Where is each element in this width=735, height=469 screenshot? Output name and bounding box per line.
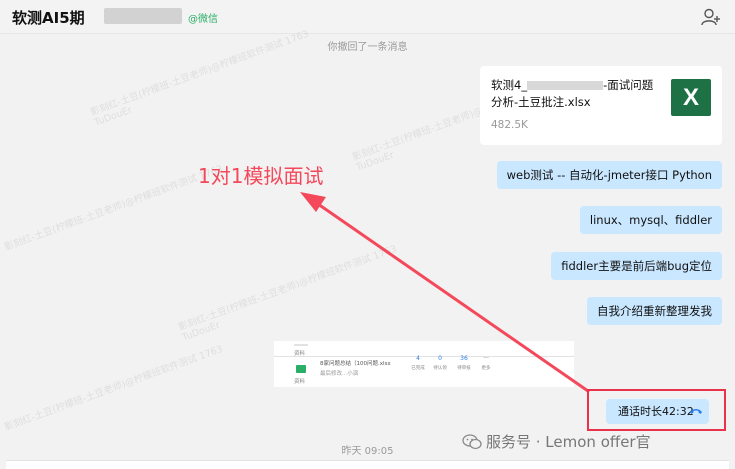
phone-hangup-icon	[690, 409, 702, 414]
redacted-name	[104, 8, 182, 24]
chat-header: 软测AI5期 @微信	[0, 0, 735, 34]
redacted-text	[527, 81, 604, 90]
file-name: 软测4_ -面试问题分析-土豆批注.xlsx	[491, 78, 654, 109]
preview-stat: 4	[416, 355, 420, 362]
preview-file-title: 8家问题总结（100问题.xlsx	[320, 361, 391, 367]
watermark: 影刻红-土豆(柠檬班-土豆老师)@柠檬班软件测试 1763 TuDouEr	[177, 243, 399, 344]
message-input-area[interactable]	[6, 460, 729, 469]
watermark: 影刻红-土豆(柠檬班-土豆老师)@柠檬班软件测试 1763	[3, 343, 225, 434]
preview-stat-label: 待认领	[433, 366, 447, 371]
call-highlight-box: 通话时长42:32	[587, 389, 726, 431]
brand-text: 服务号 · Lemon offer官	[486, 433, 651, 451]
file-size: 482.5K	[491, 119, 528, 131]
chat-title: 软测AI5期	[12, 9, 85, 27]
file-message[interactable]: 软测4_ -面试问题分析-土豆批注.xlsx 482.5K X	[480, 66, 722, 145]
preview-stat: 36	[460, 355, 468, 362]
preview-file-meta: 最后修改...小演	[320, 371, 359, 377]
preview-stat: 0	[438, 355, 442, 362]
chat-bubble[interactable]: linux、mysql、fiddler	[579, 206, 722, 234]
wechat-icon	[462, 433, 482, 449]
image-message[interactable]: 资料 8家问题总结（100问题.xlsx 最后修改...小演 资料 4 已完成 …	[274, 341, 574, 387]
preview-stat: ···	[483, 355, 489, 362]
chat-bubble[interactable]: fiddler主要是前后端bug定位	[551, 252, 722, 280]
preview-line	[294, 344, 308, 346]
preview-stat-label: 更多	[481, 366, 491, 371]
add-member-icon[interactable]	[701, 8, 721, 26]
preview-stat-label: 待审核	[457, 366, 471, 371]
chat-bubble[interactable]: 自我介绍重新整理发我	[587, 297, 722, 325]
system-message: 你撤回了一条消息	[327, 42, 408, 53]
annotation-label: 1对1模拟面试	[198, 164, 324, 188]
call-duration: 通话时长42:32	[618, 405, 694, 418]
preview-file-icon	[296, 365, 306, 373]
excel-file-icon: X	[671, 79, 711, 116]
preview-row-label: 资料	[294, 379, 306, 385]
chat-bubble[interactable]: web测试 -- 自动化-jmeter接口 Python	[496, 161, 722, 189]
watermark: 影刻红-土豆(柠檬班-土豆老师)@柠檬班软件测试 1763	[3, 163, 225, 254]
wechat-tag: @微信	[188, 14, 218, 25]
brand-watermark: 服务号 · Lemon offer官	[462, 431, 651, 452]
call-record-bubble[interactable]: 通话时长42:32	[606, 399, 709, 424]
preview-stat-label: 已完成	[411, 366, 425, 371]
